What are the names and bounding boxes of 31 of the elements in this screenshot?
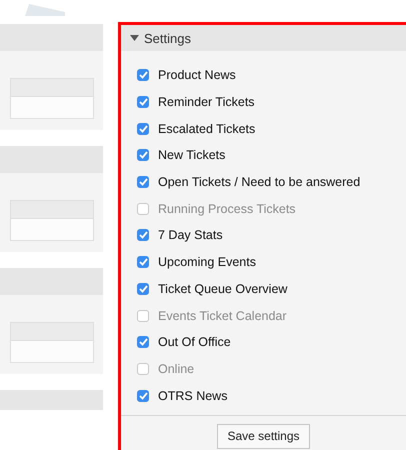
checkbox[interactable] [137, 176, 149, 188]
checkbox-label: Escalated Tickets [158, 122, 256, 136]
settings-title: Settings [144, 30, 191, 46]
checkbox[interactable] [137, 310, 149, 322]
checkbox-label: OTRS News [158, 388, 228, 403]
checkbox-label: Out Of Office [158, 335, 231, 350]
checkbox[interactable] [137, 96, 149, 108]
checkbox-label: Open Tickets / Need to be answered [158, 175, 360, 190]
checkbox[interactable] [137, 202, 149, 215]
checkbox[interactable] [137, 282, 149, 295]
checkbox-label: Ticket Queue Overview [158, 282, 288, 296]
checkbox-label: Online [158, 362, 194, 376]
checkbox-label: Product News [158, 68, 236, 82]
checkbox[interactable] [137, 229, 149, 242]
checkbox-label: 7 Day Stats [158, 228, 223, 242]
checkbox[interactable] [137, 336, 149, 348]
checkbox[interactable] [137, 149, 149, 162]
checkbox-label: Events Ticket Calendar [158, 308, 287, 323]
decoration-shape [25, 4, 65, 16]
settings-header[interactable]: Settings [121, 25, 406, 51]
checkbox-label: Running Process Tickets [158, 202, 296, 216]
checkbox[interactable] [137, 256, 149, 268]
checkbox[interactable] [137, 122, 149, 135]
checkbox-label: Reminder Tickets [158, 95, 255, 110]
checkbox[interactable] [137, 390, 149, 402]
checkbox-label: Upcoming Events [158, 255, 256, 270]
caret-icon [130, 35, 139, 41]
checkbox[interactable] [137, 362, 149, 375]
checkbox-label: New Tickets [158, 148, 226, 162]
save-button[interactable]: Save settings [217, 424, 310, 449]
checkbox[interactable] [137, 69, 149, 82]
